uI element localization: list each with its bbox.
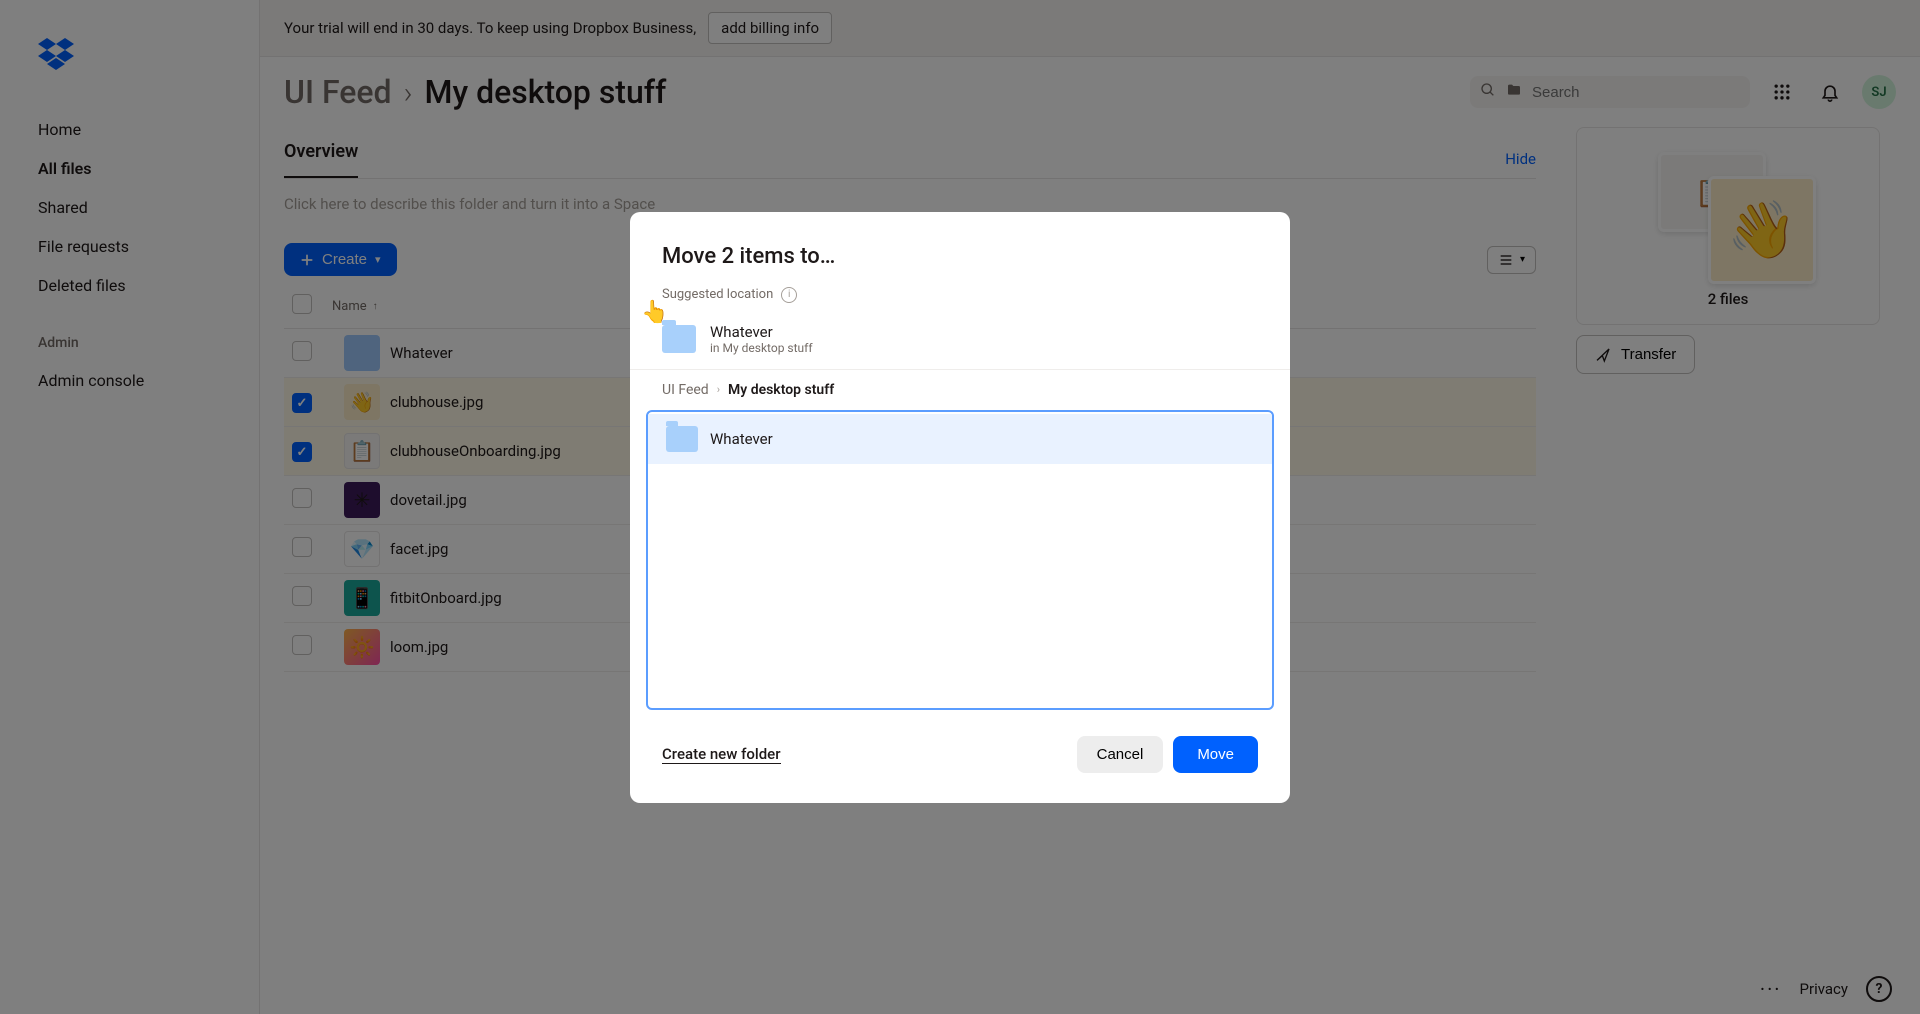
folder-icon	[662, 325, 696, 353]
picker-folder-name: Whatever	[710, 430, 773, 448]
info-icon[interactable]: i	[781, 287, 797, 303]
modal-title: Move 2 items to…	[630, 244, 1290, 287]
suggested-folder[interactable]: Whatever in My desktop stuff	[630, 313, 1290, 370]
folder-picker[interactable]: Whatever	[646, 410, 1274, 710]
modal-breadcrumb-parent[interactable]: UI Feed	[662, 382, 709, 398]
move-modal: Move 2 items to… Suggested location i Wh…	[630, 212, 1290, 803]
folder-icon	[666, 426, 698, 452]
chevron-right-icon: ›	[717, 383, 720, 396]
cancel-button[interactable]: Cancel	[1077, 736, 1164, 773]
suggested-folder-path: in My desktop stuff	[710, 341, 813, 355]
suggested-folder-name: Whatever	[710, 323, 813, 341]
modal-breadcrumb-current: My desktop stuff	[728, 382, 834, 398]
picker-folder-row[interactable]: Whatever	[648, 414, 1272, 464]
modal-scrim[interactable]: Move 2 items to… Suggested location i Wh…	[0, 0, 1920, 1014]
suggested-location-label: Suggested location	[662, 287, 773, 302]
create-new-folder-link[interactable]: Create new folder	[662, 745, 781, 764]
move-button[interactable]: Move	[1173, 736, 1258, 773]
